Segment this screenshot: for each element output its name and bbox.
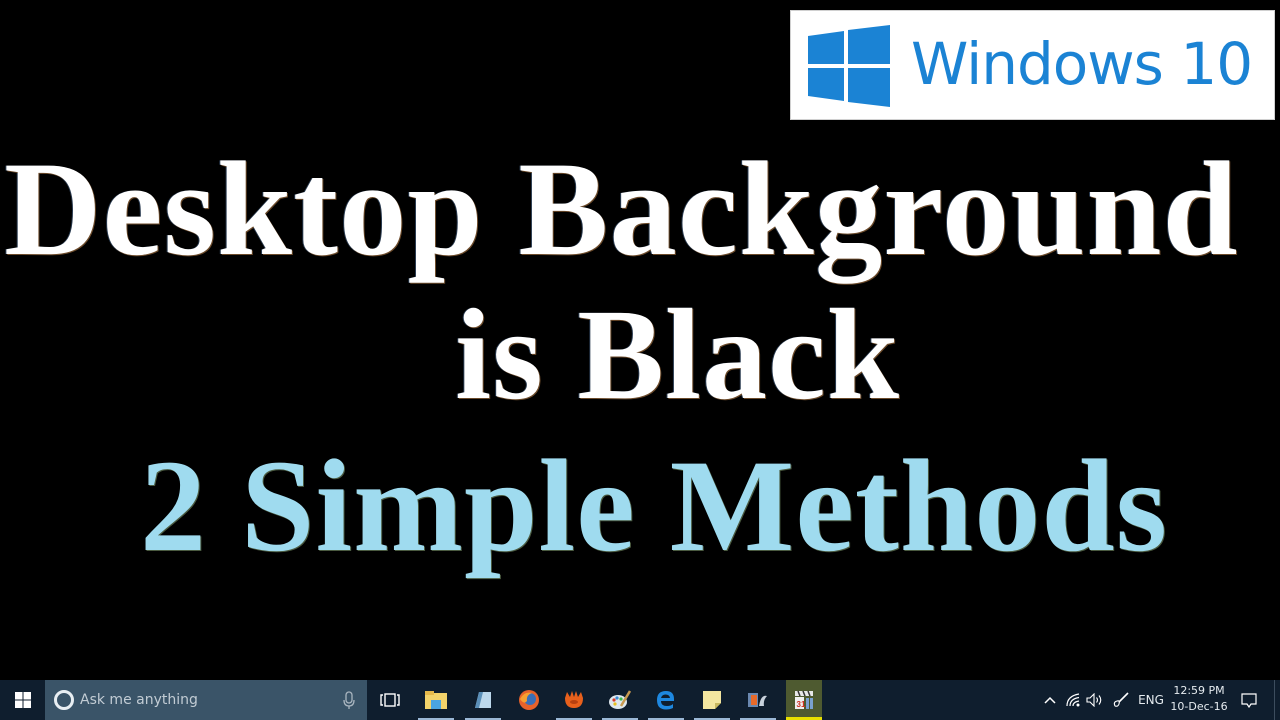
pen-icon [1113, 692, 1129, 707]
task-view-button[interactable] [372, 680, 408, 720]
orange-glove-icon [565, 691, 583, 708]
title-line-2: is Black [455, 283, 901, 427]
taskbar-app-glove[interactable] [553, 680, 595, 720]
cortana-icon [54, 690, 74, 710]
clock-date: 10-Dec-16 [1170, 700, 1228, 713]
language-indicator: ENG [1138, 693, 1164, 707]
title-line-3: 2 Simple Methods [140, 432, 1169, 579]
taskbar-app-firefox[interactable] [508, 680, 550, 720]
movie-clapper-icon: 31 [795, 690, 813, 709]
action-center-button[interactable] [1236, 680, 1262, 720]
sticky-notes-icon [703, 691, 721, 709]
taskbar-app-video-editor[interactable] [737, 680, 779, 720]
tray-overflow-button[interactable] [1040, 680, 1060, 720]
action-center-icon [1241, 692, 1257, 708]
windows-10-logo: Windows 10 [790, 10, 1275, 120]
tray-volume[interactable] [1085, 680, 1105, 720]
chevron-up-icon [1044, 696, 1056, 704]
title-line-1: Desktop Background [4, 135, 1239, 284]
taskbar-app-sticky-notes[interactable] [691, 680, 733, 720]
wifi-icon [1066, 693, 1080, 707]
task-view-icon [380, 693, 400, 707]
logo-text: Windows 10 [911, 30, 1253, 98]
search-placeholder: Ask me anything [80, 692, 198, 708]
taskbar-app-notepad[interactable] [462, 680, 504, 720]
tray-pen[interactable] [1110, 680, 1132, 720]
windows-logo-icon [808, 25, 890, 107]
desktop: Windows 10 Desktop Background is Black 2… [0, 0, 1280, 680]
windows-start-icon [14, 692, 31, 708]
file-explorer-icon [425, 691, 447, 709]
firefox-icon [519, 690, 539, 710]
start-button[interactable] [0, 680, 45, 720]
tray-language[interactable]: ENG [1137, 680, 1165, 720]
film-editor-icon [748, 693, 767, 707]
microphone-icon[interactable] [343, 691, 355, 709]
tray-clock[interactable]: 12:59 PM 10-Dec-16 [1168, 683, 1230, 715]
taskbar: Ask me anything 31 ENG 12:59 PM 10-Dec-1… [0, 680, 1280, 720]
show-desktop-button[interactable] [1274, 680, 1280, 720]
paint-palette-icon [609, 690, 632, 709]
taskbar-app-movie-maker[interactable]: 31 [786, 680, 822, 720]
taskbar-app-file-explorer[interactable] [415, 680, 457, 720]
search-box[interactable]: Ask me anything [45, 680, 367, 720]
speaker-icon [1086, 693, 1102, 707]
taskbar-app-edge[interactable] [645, 680, 687, 720]
edge-icon [657, 691, 674, 710]
notepad-icon [475, 692, 491, 708]
taskbar-app-paint[interactable] [599, 680, 641, 720]
clock-time: 12:59 PM [1173, 684, 1225, 697]
tray-network[interactable] [1064, 680, 1084, 720]
svg-text:31: 31 [797, 700, 806, 709]
